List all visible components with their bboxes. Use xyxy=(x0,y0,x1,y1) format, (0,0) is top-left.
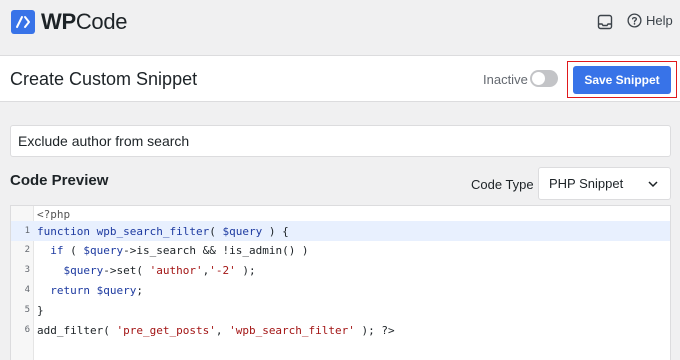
toggle-knob xyxy=(532,72,545,85)
code-text: function wpb_search_filter( $query ) { xyxy=(37,224,289,238)
code-line[interactable]: 2 if ( $query->is_search && !is_admin() … xyxy=(11,240,670,260)
save-snippet-button[interactable]: Save Snippet xyxy=(573,66,671,94)
help-link[interactable]: Help xyxy=(627,13,673,28)
wpcode-logo[interactable]: WPCode xyxy=(11,9,128,35)
code-line[interactable]: <?php xyxy=(11,206,670,222)
line-number: 4 xyxy=(24,285,30,295)
code-line[interactable]: 4 return $query; xyxy=(11,280,670,300)
code-line[interactable]: 3 $query->set( 'author','-2' ); xyxy=(11,260,670,280)
line-number: 3 xyxy=(24,265,30,275)
page-title: Create Custom Snippet xyxy=(10,69,198,89)
code-line[interactable]: 5} xyxy=(11,300,670,320)
active-toggle[interactable] xyxy=(530,70,558,87)
code-type-label: Code Type xyxy=(471,177,534,192)
line-number: 5 xyxy=(24,305,30,315)
code-text: if ( $query->is_search && !is_admin() ) xyxy=(50,243,309,257)
code-text: } xyxy=(37,303,44,317)
logo-wordmark: WPCode xyxy=(41,9,128,34)
help-icon xyxy=(627,13,642,28)
code-preview-title: Code Preview xyxy=(10,172,109,189)
top-bar: WPCode Help xyxy=(0,0,680,44)
code-line[interactable]: 1 function wpb_search_filter( $query ) { xyxy=(11,221,670,241)
line-number: 1 xyxy=(24,226,30,236)
code-text: $query->set( 'author','-2' ); xyxy=(63,263,256,277)
wpcode-logo-icon xyxy=(11,10,35,34)
help-label: Help xyxy=(646,13,673,28)
code-line[interactable]: 6 add_filter( 'pre_get_posts', 'wpb_searc… xyxy=(11,320,670,340)
line-number: 6 xyxy=(24,325,30,335)
snippet-title-input[interactable]: Exclude author from search xyxy=(10,125,671,157)
inbox-icon[interactable] xyxy=(597,14,613,30)
status-label: Inactive xyxy=(483,72,528,87)
code-type-value: PHP Snippet xyxy=(549,176,624,191)
chevron-down-icon xyxy=(648,181,658,188)
snippet-header: Create Custom Snippet Inactive Save Snip… xyxy=(0,55,680,102)
code-editor[interactable]: <?php 1 function wpb_search_filter( $query… xyxy=(10,205,671,360)
code-text: return $query; xyxy=(50,283,143,297)
code-type-select[interactable]: PHP Snippet xyxy=(538,167,671,200)
code-text: <?php xyxy=(37,207,71,221)
code-text: add_filter( 'pre_get_posts', 'wpb_search… xyxy=(37,323,395,337)
line-number: 2 xyxy=(24,245,30,255)
